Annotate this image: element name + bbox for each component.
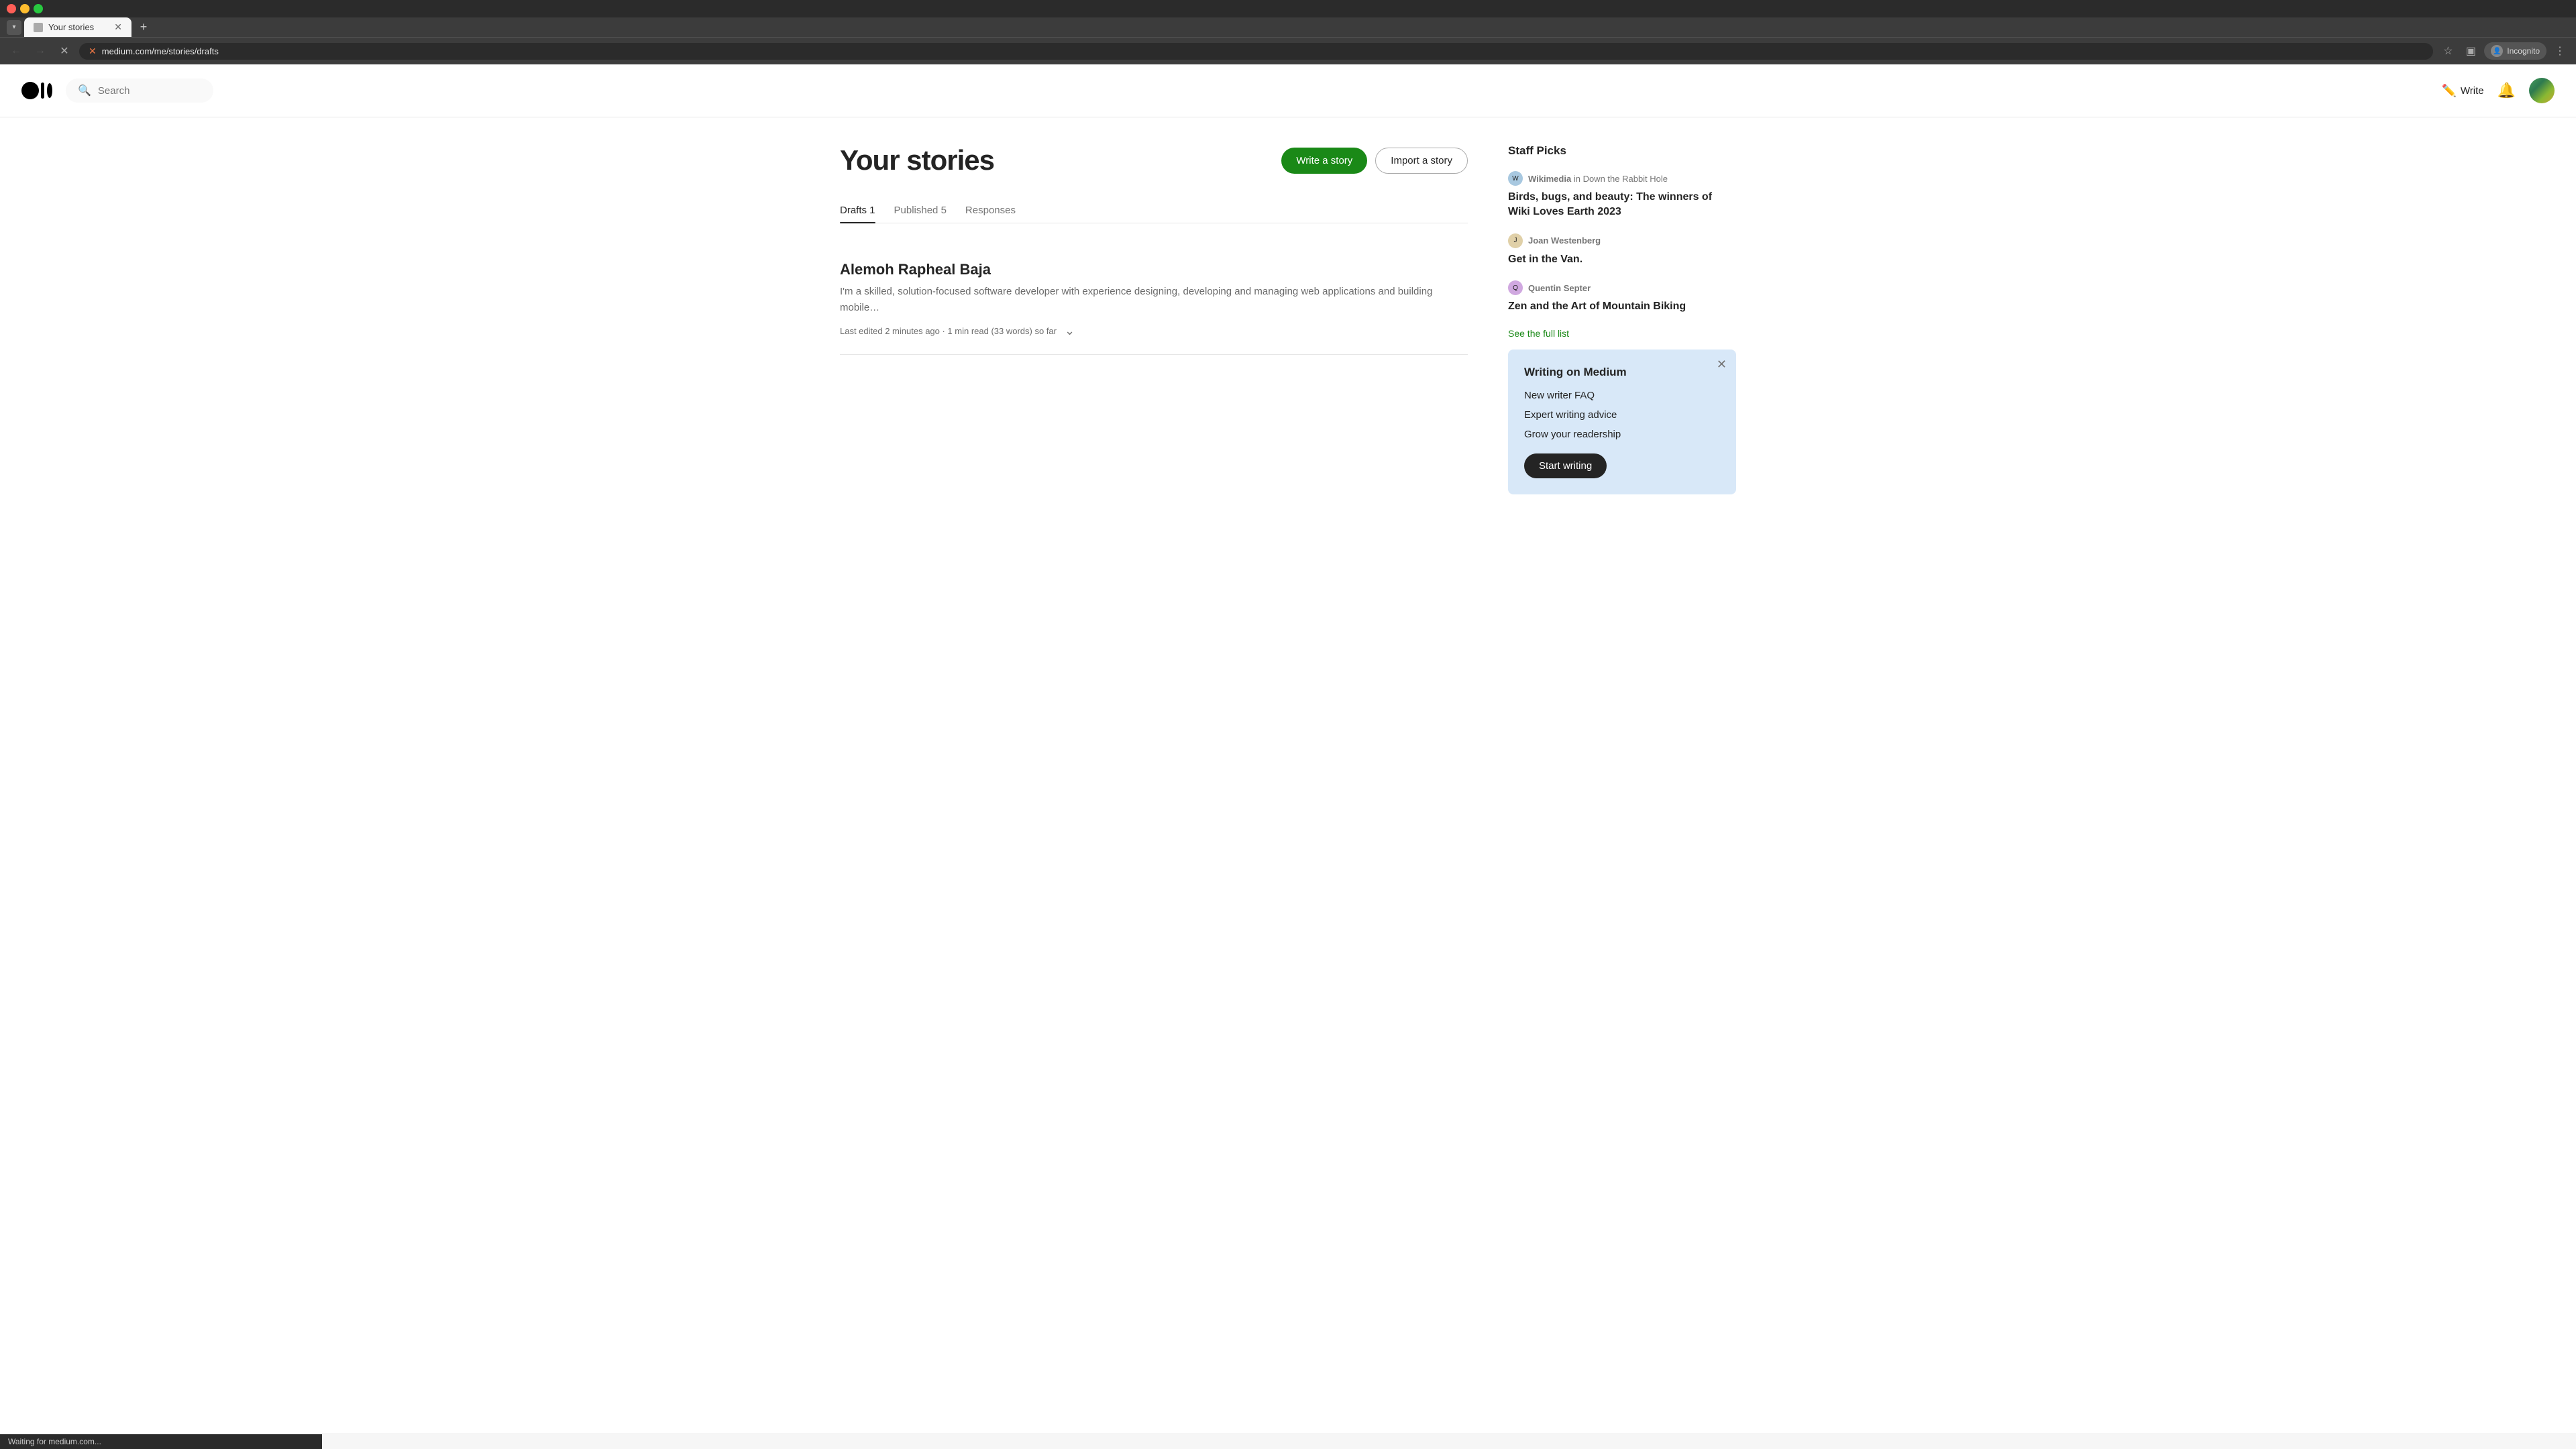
url-text: medium.com/me/stories/drafts [102,46,219,56]
sp-avatar-wiki: W [1508,171,1523,186]
writing-card-link-faq[interactable]: New writer FAQ [1524,390,1720,401]
back-btn[interactable]: ← [7,42,25,60]
story-meta-text: Last edited 2 minutes ago · 1 min read (… [840,326,1057,336]
bookmark-btn[interactable]: ☆ [2438,42,2457,60]
write-btn[interactable]: ✏️ Write [2441,84,2483,98]
split-view-btn[interactable]: ▣ [2461,42,2480,60]
sp-avatar-joan: J [1508,233,1523,248]
browser-titlebar [0,0,2576,17]
page-heading-row: Your stories Write a story Import a stor… [840,144,1468,176]
status-bar: Waiting for medium.com... [0,1434,322,1449]
new-tab-btn[interactable]: + [134,18,153,37]
browser-tab-your-stories[interactable]: Your stories ✕ [24,17,131,37]
staff-pick-item-1: W Wikimedia in Down the Rabbit Hole Bird… [1508,171,1736,220]
status-text: Waiting for medium.com... [8,1437,101,1446]
writing-card-title: Writing on Medium [1524,366,1720,379]
incognito-icon: 👤 [2491,45,2503,57]
medium-logo-svg [21,75,52,106]
main-layout: Your stories Write a story Import a stor… [818,117,1758,521]
toolbar-actions: ☆ ▣ 👤 Incognito ⋮ [2438,42,2569,60]
writing-card-link-readership[interactable]: Grow your readership [1524,429,1720,440]
sidebar: Staff Picks W Wikimedia in Down the Rabb… [1508,144,1736,494]
address-bar[interactable]: ✕ medium.com/me/stories/drafts [79,43,2433,60]
loading-icon: ✕ [89,46,97,57]
browser-min-btn[interactable] [20,4,30,13]
story-meta: Last edited 2 minutes ago · 1 min read (… [840,324,1468,338]
writing-card-link-advice[interactable]: Expert writing advice [1524,409,1720,421]
header-actions: ✏️ Write 🔔 [2441,78,2555,103]
search-icon: 🔍 [78,84,91,97]
sp-avatar-quentin: Q [1508,280,1523,295]
tab-published[interactable]: Published 5 [894,198,947,223]
writing-card-close-btn[interactable]: ✕ [1717,358,1727,372]
medium-logo[interactable] [21,75,52,106]
tabs-row: Drafts 1 Published 5 Responses [840,198,1468,223]
staff-pick-item-2: J Joan Westenberg Get in the Van. [1508,233,1736,267]
tab-close-btn[interactable]: ✕ [114,21,122,33]
content-area: Your stories Write a story Import a stor… [840,144,1468,494]
browser-close-btn[interactable] [7,4,16,13]
tab-responses[interactable]: Responses [965,198,1016,223]
search-placeholder-text: Search [98,85,130,97]
notifications-btn[interactable]: 🔔 [2498,82,2516,99]
sp-author-row-2: J Joan Westenberg [1508,233,1736,248]
forward-btn[interactable]: → [31,42,50,60]
start-writing-btn[interactable]: Start writing [1524,453,1607,478]
incognito-label: Incognito [2507,46,2540,56]
browser-chrome: ▾ Your stories ✕ + ← → ✕ ✕ medium.com/me… [0,0,2576,64]
browser-toolbar: ← → ✕ ✕ medium.com/me/stories/drafts ☆ ▣… [0,37,2576,64]
story-title: Alemoh Rapheal Baja [840,261,1468,278]
tab-favicon [34,23,43,32]
tab-drafts[interactable]: Drafts 1 [840,198,875,223]
sp-title-3[interactable]: Zen and the Art of Mountain Biking [1508,299,1736,314]
browser-max-btn[interactable] [34,4,43,13]
user-avatar[interactable] [2529,78,2555,103]
tab-title: Your stories [48,22,94,32]
sp-author-row-1: W Wikimedia in Down the Rabbit Hole [1508,171,1736,186]
see-full-list-link[interactable]: See the full list [1508,328,1736,339]
write-story-btn[interactable]: Write a story [1281,148,1367,174]
sp-title-1[interactable]: Birds, bugs, and beauty: The winners of … [1508,190,1736,220]
writing-on-medium-card: ✕ Writing on Medium New writer FAQ Exper… [1508,350,1736,494]
write-label: Write [2461,85,2484,97]
page-title: Your stories [840,144,994,176]
heading-actions: Write a story Import a story [1281,148,1468,174]
sp-author-1: Wikimedia in Down the Rabbit Hole [1528,174,1668,184]
incognito-btn[interactable]: 👤 Incognito [2484,42,2546,60]
sp-title-2[interactable]: Get in the Van. [1508,252,1736,267]
tab-bar: ▾ Your stories ✕ + [0,17,2576,37]
staff-pick-item-3: Q Quentin Septer Zen and the Art of Moun… [1508,280,1736,314]
reload-btn[interactable]: ✕ [55,42,74,60]
import-story-btn[interactable]: Import a story [1375,148,1468,174]
tab-dropdown-btn[interactable]: ▾ [7,20,21,35]
menu-btn[interactable]: ⋮ [2551,42,2569,60]
story-excerpt: I'm a skilled, solution-focused software… [840,284,1468,316]
medium-header: 🔍 Search ✏️ Write 🔔 [0,64,2576,117]
page-wrapper: 🔍 Search ✏️ Write 🔔 Your stories Write a… [0,64,2576,1433]
write-icon: ✏️ [2441,84,2456,98]
sp-author-row-3: Q Quentin Septer [1508,280,1736,295]
story-card: Alemoh Rapheal Baja I'm a skilled, solut… [840,245,1468,355]
sp-author-2: Joan Westenberg [1528,235,1601,246]
sp-author-3: Quentin Septer [1528,283,1591,293]
search-bar[interactable]: 🔍 Search [66,78,213,103]
staff-picks-title: Staff Picks [1508,144,1736,158]
story-expand-btn[interactable]: ⌄ [1065,324,1075,338]
